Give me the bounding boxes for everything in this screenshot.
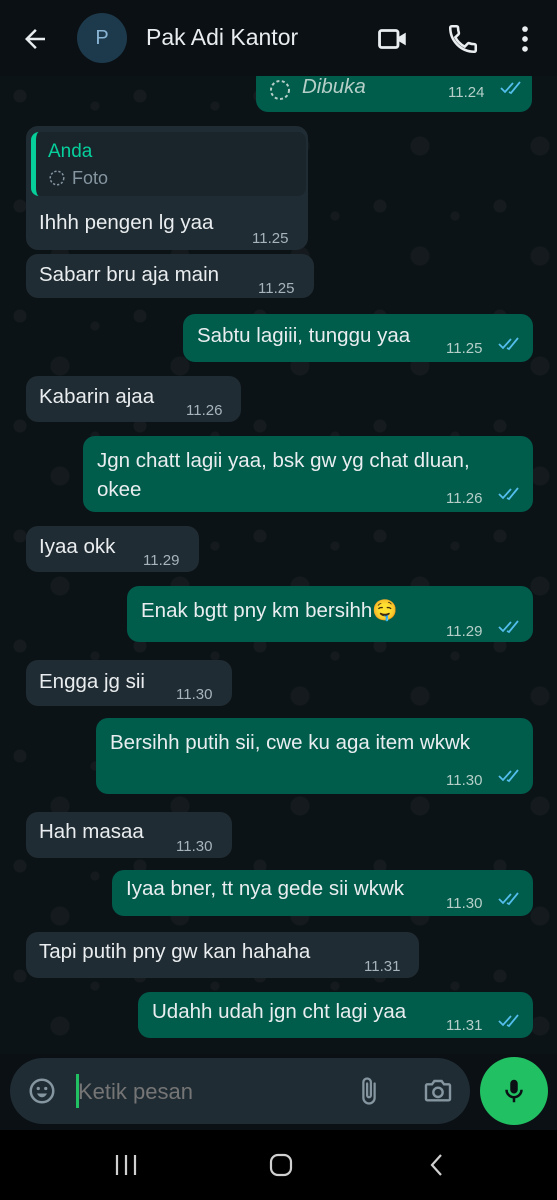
double-check-icon — [498, 337, 519, 351]
message-bubble[interactable]: Dibuka 11.24 — [256, 76, 532, 112]
double-check-icon — [498, 769, 519, 783]
home-icon[interactable] — [266, 1150, 296, 1180]
message-bubble[interactable]: Iyaa bner, tt nya gede sii wkwk 11.30 — [112, 870, 533, 916]
double-check-icon — [500, 81, 521, 95]
message-bubble[interactable]: Udahh udah jgn cht lagi yaa 11.31 — [138, 992, 533, 1038]
message-time: 11.25 — [446, 340, 483, 357]
message-bubble[interactable]: Engga jg sii 11.30 — [26, 660, 232, 706]
message-text: Hah masaa — [39, 820, 144, 843]
message-time: 11.31 — [364, 958, 401, 975]
message-bubble[interactable]: Iyaa okk 11.29 — [26, 526, 199, 572]
quoted-message[interactable]: Anda Foto — [31, 132, 306, 196]
message-bubble[interactable]: Jgn chatt lagii yaa, bsk gw yg chat dlua… — [83, 436, 533, 512]
message-input[interactable] — [76, 1072, 320, 1112]
message-time: 11.30 — [446, 772, 483, 789]
message-bubble[interactable]: Sabtu lagiii, tunggu yaa 11.25 — [183, 314, 533, 362]
chat-header: P Pak Adi Kantor — [0, 0, 557, 76]
message-text: Iyaa okk — [39, 535, 116, 558]
double-check-icon — [498, 1014, 519, 1028]
camera-icon[interactable] — [422, 1075, 454, 1107]
view-once-icon — [270, 80, 290, 100]
video-call-icon[interactable] — [376, 22, 410, 56]
message-time: 11.25 — [252, 230, 289, 247]
message-text: Ihhh pengen lg yaa — [39, 211, 214, 234]
voice-record-button[interactable] — [480, 1057, 548, 1125]
message-time: 11.29 — [143, 552, 180, 569]
message-text: Dibuka — [302, 76, 366, 98]
message-time: 11.24 — [448, 84, 485, 101]
avatar[interactable]: P — [77, 13, 127, 63]
message-time: 11.31 — [446, 1017, 483, 1034]
message-time: 11.25 — [258, 280, 295, 297]
more-vert-icon[interactable] — [508, 22, 542, 56]
double-check-icon — [498, 892, 519, 906]
phone-icon[interactable] — [446, 22, 480, 56]
message-time: 11.26 — [446, 490, 483, 507]
message-time: 11.30 — [176, 838, 213, 855]
back-nav-icon[interactable] — [426, 1152, 448, 1178]
message-bubble[interactable]: Hah masaa 11.30 — [26, 812, 232, 858]
message-text: Iyaa bner, tt nya gede sii wkwk — [126, 877, 405, 900]
message-bubble[interactable]: Enak bgtt pny km bersihh🤤 11.29 — [127, 586, 533, 642]
system-navigation-bar — [0, 1130, 557, 1200]
message-time: 11.26 — [186, 402, 223, 419]
message-text: Bersihh putih sii, cwe ku aga item wkwk — [110, 731, 471, 754]
message-bubble[interactable]: Bersihh putih sii, cwe ku aga item wkwk … — [96, 718, 533, 794]
message-text: Enak bgtt pny km bersihh🤤 — [141, 599, 398, 622]
message-text: Tapi putih pny gw kan hahaha — [39, 940, 311, 963]
message-bubble[interactable]: Tapi putih pny gw kan hahaha 11.31 — [26, 932, 419, 978]
message-composer — [10, 1058, 470, 1124]
microphone-icon — [505, 1079, 523, 1103]
message-time: 11.29 — [446, 623, 483, 640]
message-text: Udahh udah jgn cht lagi yaa — [152, 1000, 407, 1023]
chat-area[interactable]: Dibuka 11.24 Anda Foto Ihhh pengen lg ya… — [0, 76, 557, 1054]
recent-apps-icon[interactable] — [112, 1152, 140, 1178]
double-check-icon — [498, 487, 519, 501]
message-time: 11.30 — [446, 895, 483, 912]
message-text: Sabarr bru aja main — [39, 263, 220, 286]
message-text: Sabtu lagiii, tunggu yaa — [197, 324, 411, 347]
quote-author: Anda — [48, 141, 93, 162]
message-bubble[interactable]: Sabarr bru aja main 11.25 — [26, 254, 314, 298]
message-text: Engga jg sii — [39, 670, 145, 693]
quote-text: Foto — [72, 168, 109, 188]
double-check-icon — [498, 620, 519, 634]
message-time: 11.30 — [176, 686, 213, 703]
message-text: Kabarin ajaa — [39, 385, 155, 408]
attach-icon[interactable] — [354, 1075, 384, 1107]
contact-name[interactable]: Pak Adi Kantor — [146, 24, 298, 51]
back-arrow-icon[interactable] — [20, 24, 50, 54]
message-bubble[interactable]: Kabarin ajaa 11.26 — [26, 376, 241, 422]
emoji-icon[interactable] — [27, 1076, 57, 1106]
view-once-icon — [49, 170, 65, 186]
message-bubble[interactable]: Anda Foto Ihhh pengen lg yaa 11.25 — [26, 126, 308, 250]
